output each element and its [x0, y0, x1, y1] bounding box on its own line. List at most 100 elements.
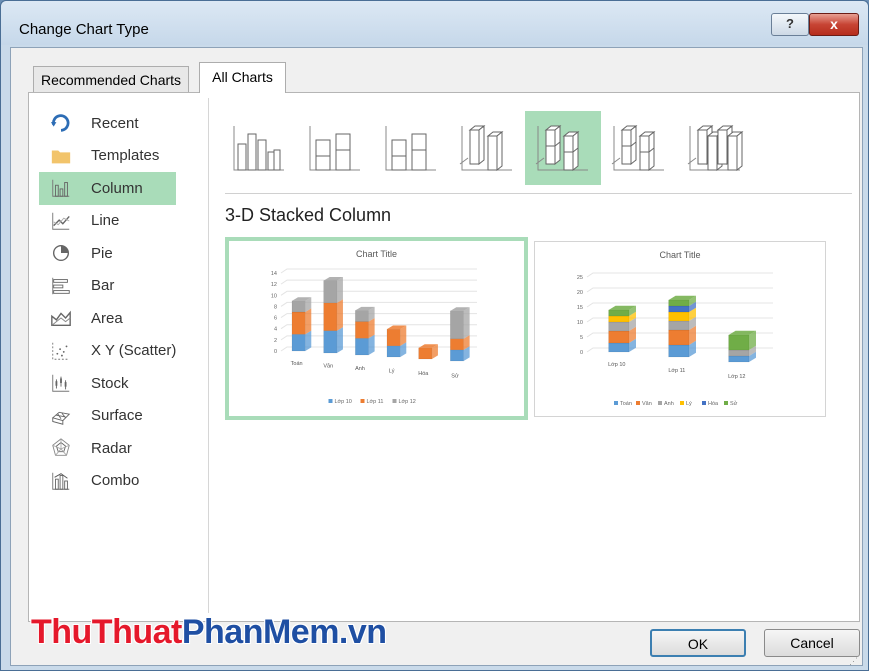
chart-preview-2-svg: Chart Title 0 5 10 15 20 25 Lớp 10 Lớp 11 Lớp 12 T…	[577, 250, 773, 407]
sidebar-item-combo[interactable]: Combo	[39, 465, 204, 498]
sidebar-item-label: Line	[91, 212, 120, 230]
legend-swatch	[658, 401, 662, 405]
stock-chart-icon	[49, 371, 73, 395]
dialog-client: Recommended Charts All Charts Recent Temp…	[10, 47, 863, 666]
y-tick-label: 15	[577, 305, 583, 311]
sidebar-item-label: Radar	[91, 439, 132, 457]
y-tick-label: 25	[577, 275, 583, 281]
resize-grip-icon[interactable]: ⋰	[849, 656, 859, 666]
sidebar-item-area[interactable]: Area	[39, 302, 204, 335]
y-tick-label: 0	[580, 350, 583, 356]
bar-segment	[418, 347, 433, 360]
3d-stacked-column-icon[interactable]	[525, 111, 601, 185]
chart-preview-1[interactable]: Chart Title 0 2 4 6 8 10 12 14 Toán Văn Anh Lý Hóa Sử L…	[225, 237, 528, 420]
close-button[interactable]: x	[809, 13, 859, 36]
bar-side	[336, 299, 343, 331]
y-tick-label: 8	[274, 304, 277, 310]
legend-swatch	[702, 401, 706, 405]
watermark-part-1: ThuThuat	[31, 613, 182, 651]
ok-button[interactable]: OK	[650, 629, 746, 657]
watermark-part-2: PhanMem.vn	[181, 613, 387, 651]
chart-title: Chart Title	[659, 250, 700, 260]
tab-recommended-charts[interactable]: Recommended Charts	[33, 66, 189, 92]
bar-segment	[728, 349, 750, 357]
legend-swatch	[392, 399, 397, 403]
legend-label: Sử	[730, 400, 738, 407]
chart-subtype-gallery	[221, 111, 841, 185]
x-tick-label: Toán	[291, 361, 303, 367]
change-chart-type-dialog: Change Chart Type ? x Recommended Charts…	[0, 0, 869, 671]
legend-swatch	[680, 401, 684, 405]
chart-preview-2[interactable]: Chart Title 0 5 10 15 20 25 Lớp 10 Lớp 11 Lớp 12 T…	[534, 241, 826, 417]
dialog-title: Change Chart Type	[19, 21, 149, 38]
bar-segment	[386, 328, 401, 347]
bar-side	[305, 308, 312, 335]
legend-label: Lớp 11	[367, 399, 384, 405]
100-stacked-column-icon[interactable]	[373, 111, 449, 185]
legend-label: Toán	[620, 401, 632, 407]
3d-clustered-column-icon[interactable]	[449, 111, 525, 185]
stacked-column-icon[interactable]	[297, 111, 373, 185]
bar-segment	[668, 344, 690, 358]
sidebar-item-label: Combo	[91, 472, 140, 490]
x-tick-label: Hóa	[418, 371, 429, 377]
sidebar-item-surface[interactable]: Surface	[39, 400, 204, 433]
y-tick-label: 2	[274, 338, 277, 344]
bar-segment	[450, 349, 464, 362]
title-bar[interactable]: Change Chart Type ? x	[1, 1, 868, 45]
y-tick-label: 0	[274, 349, 277, 355]
tab-all-charts[interactable]: All Charts	[199, 62, 286, 93]
bar-side	[463, 307, 470, 339]
sidebar-item-x-y-scatter[interactable]: X Y (Scatter)	[39, 335, 204, 368]
bar-segment	[608, 309, 630, 317]
bar-segment	[291, 334, 306, 352]
gridline	[280, 279, 477, 285]
y-tick-label: 6	[274, 316, 277, 322]
chart-preview-1-svg: Chart Title 0 2 4 6 8 10 12 14 Toán Văn Anh Lý Hóa Sử L…	[271, 249, 477, 405]
bar-segment	[728, 334, 750, 351]
sidebar-item-templates[interactable]: Templates	[39, 140, 204, 173]
bar-segment	[323, 302, 338, 331]
sidebar-item-label: X Y (Scatter)	[91, 342, 177, 360]
help-button[interactable]: ?	[771, 13, 809, 36]
y-tick-label: 5	[580, 335, 583, 341]
bar-segment	[608, 321, 630, 332]
3d-column-icon[interactable]	[677, 111, 753, 185]
sidebar-item-recent[interactable]: Recent	[39, 107, 204, 140]
scatter-chart-icon	[49, 339, 73, 363]
line-chart-icon	[49, 209, 73, 233]
legend-label: Lớp 10	[335, 399, 352, 405]
x-tick-label: Lớp 10	[608, 362, 625, 368]
bar-segment	[386, 345, 401, 358]
bar-segment	[291, 300, 306, 313]
sidebar-item-column[interactable]: Column	[39, 172, 176, 205]
3d-100-stacked-column-icon[interactable]	[601, 111, 677, 185]
x-tick-label: Anh	[355, 366, 365, 372]
x-tick-label: Lớp 12	[728, 374, 745, 380]
clustered-column-icon[interactable]	[221, 111, 297, 185]
sidebar-item-stock[interactable]: Stock	[39, 367, 204, 400]
pie-chart-icon	[49, 241, 73, 265]
bar-segment	[668, 311, 690, 322]
sidebar-item-label: Pie	[91, 244, 113, 262]
sidebar-item-line[interactable]: Line	[39, 205, 204, 238]
legend-swatch	[360, 399, 365, 403]
sidebar-item-label: Stock	[91, 374, 129, 392]
watermark-logo: ThuThuatPhanMem.vn	[31, 613, 387, 652]
sidebar-item-pie[interactable]: Pie	[39, 237, 204, 270]
sidebar-item-label: Templates	[91, 147, 160, 165]
sidebar-item-label: Bar	[91, 277, 115, 295]
bar-segment	[355, 338, 369, 356]
column-chart-icon	[49, 176, 73, 200]
bar-segment	[450, 338, 464, 351]
bar-segment	[608, 315, 630, 323]
y-tick-label: 10	[577, 320, 583, 326]
x-tick-label: Văn	[323, 364, 333, 370]
bar-segment	[668, 320, 690, 331]
bar-chart-icon	[49, 274, 73, 298]
legend-label: Hóa	[708, 401, 719, 407]
cancel-button[interactable]: Cancel	[764, 629, 860, 657]
sidebar-item-bar[interactable]: Bar	[39, 270, 204, 303]
sidebar-item-label: Area	[91, 309, 123, 327]
sidebar-item-radar[interactable]: Radar	[39, 432, 204, 465]
